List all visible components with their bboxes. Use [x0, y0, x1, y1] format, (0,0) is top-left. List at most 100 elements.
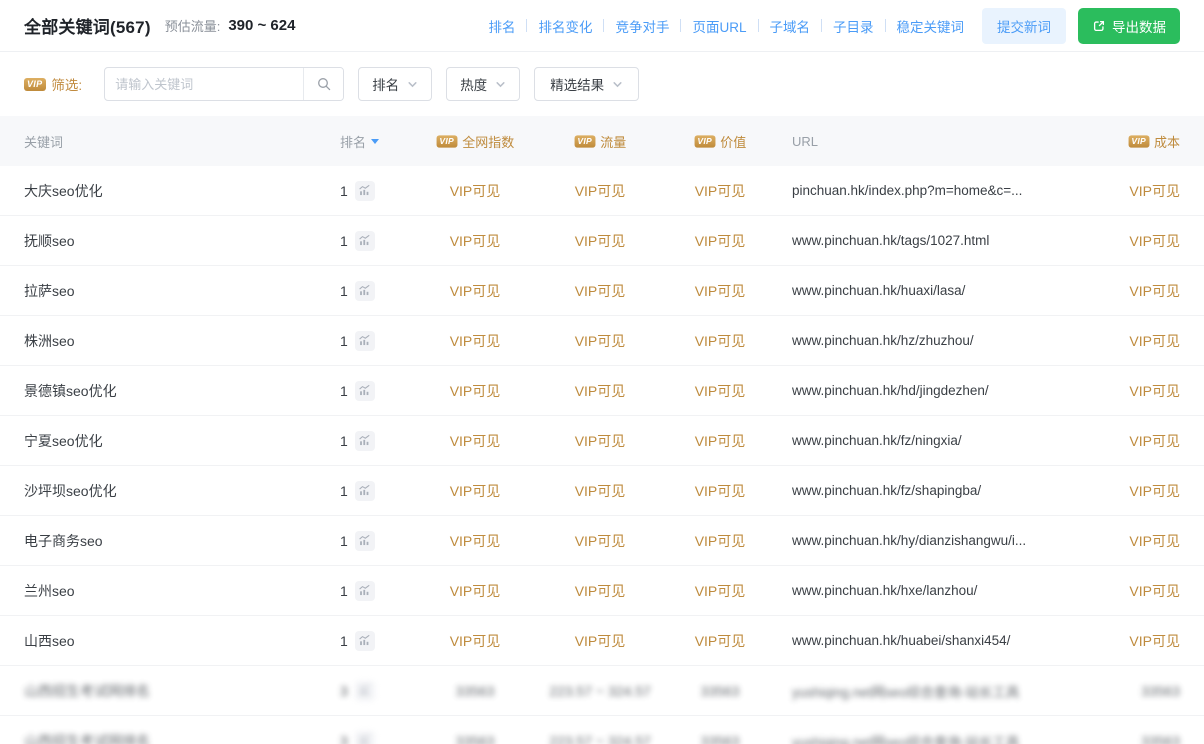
table-row[interactable]: 抚顺seo 1 VIP可见 VIP可见 VIP可见 www.pinchuan.h… — [0, 216, 1204, 266]
url-cell: pinchuan.hk/index.php?m=home&c=... — [780, 183, 1085, 198]
value-cell: VIP可见 — [660, 331, 780, 351]
keyword-analysis-page: 全部关键词(567) 预估流量: 390 ~ 624 排名 排名变化 竞争对手 … — [0, 0, 1204, 744]
value-cell: VIP可见 — [660, 631, 780, 651]
table-row[interactable]: 株洲seo 1 VIP可见 VIP可见 VIP可见 www.pinchuan.h… — [0, 316, 1204, 366]
keyword-cell: 沙坪坝seo优化 — [24, 481, 340, 501]
index-cell: 33563 — [410, 733, 540, 744]
traffic-cell: VIP可见 — [540, 181, 660, 201]
rank-value: 1 — [340, 233, 348, 249]
view-tabs: 排名 排名变化 竞争对手 页面URL 子域名 子目录 稳定关键词 — [488, 16, 964, 36]
search-button[interactable] — [303, 68, 343, 100]
tab-competitors[interactable]: 竞争对手 — [615, 16, 669, 36]
table-row[interactable]: 大庆seo优化 1 VIP可见 VIP可见 VIP可见 pinchuan.hk/… — [0, 166, 1204, 216]
col-header-cost: VIP 成本 — [1085, 132, 1180, 151]
rank-trend-chart-icon[interactable] — [355, 331, 375, 351]
rank-cell: 3 — [340, 731, 410, 744]
rank-value: 1 — [340, 383, 348, 399]
tab-separator — [603, 19, 604, 32]
rank-trend-chart-icon[interactable] — [355, 181, 375, 201]
estimated-traffic-label: 预估流量: — [165, 16, 221, 35]
popularity-filter-dropdown[interactable]: 热度 — [446, 67, 520, 101]
chevron-down-icon — [612, 79, 623, 90]
rank-cell: 1 — [340, 231, 410, 251]
url-cell: www.pinchuan.hk/fz/shapingba/ — [780, 483, 1085, 498]
rank-cell: 1 — [340, 581, 410, 601]
table-row[interactable]: 宁夏seo优化 1 VIP可见 VIP可见 VIP可见 www.pinchuan… — [0, 416, 1204, 466]
tab-subdirectories[interactable]: 子目录 — [833, 16, 874, 36]
tab-rank[interactable]: 排名 — [488, 16, 515, 36]
table-row[interactable]: 山西招生考试网排名 3 33563 223.57 ~ 324.57 33563 … — [0, 666, 1204, 716]
rank-value: 3 — [340, 733, 348, 744]
table-row[interactable]: 拉萨seo 1 VIP可见 VIP可见 VIP可见 www.pinchuan.h… — [0, 266, 1204, 316]
tab-page-url[interactable]: 页面URL — [692, 16, 746, 36]
popularity-filter-label: 热度 — [460, 74, 487, 94]
index-cell: VIP可见 — [410, 531, 540, 551]
rank-trend-chart-icon[interactable] — [355, 731, 375, 744]
cost-cell: VIP可见 — [1085, 481, 1180, 501]
value-cell: VIP可见 — [660, 431, 780, 451]
traffic-cell: VIP可见 — [540, 481, 660, 501]
export-data-button[interactable]: 导出数据 — [1078, 8, 1180, 44]
table-row[interactable]: 景德镇seo优化 1 VIP可见 VIP可见 VIP可见 www.pinchua… — [0, 366, 1204, 416]
table-row[interactable]: 兰州seo 1 VIP可见 VIP可见 VIP可见 www.pinchuan.h… — [0, 566, 1204, 616]
rank-trend-chart-icon[interactable] — [355, 281, 375, 301]
index-cell: VIP可见 — [410, 631, 540, 651]
table-row[interactable]: 山西招生考试网排名 3 33563 223.57 ~ 324.57 33563 … — [0, 716, 1204, 744]
rank-trend-chart-icon[interactable] — [355, 381, 375, 401]
cost-cell: VIP可见 — [1085, 331, 1180, 351]
page-title: 全部关键词(567) — [24, 13, 151, 38]
rank-value: 1 — [340, 283, 348, 299]
value-cell: VIP可见 — [660, 381, 780, 401]
value-cell: 33563 — [660, 683, 780, 699]
value-cell: VIP可见 — [660, 281, 780, 301]
index-cell: VIP可见 — [410, 281, 540, 301]
rank-trend-chart-icon[interactable] — [355, 581, 375, 601]
rank-trend-chart-icon[interactable] — [355, 531, 375, 551]
keyword-cell: 山西seo — [24, 631, 340, 651]
url-cell: yushiqing.net网seo综合查询-站长工具 — [780, 681, 1085, 701]
rank-trend-chart-icon[interactable] — [355, 231, 375, 251]
top-actions: 排名 排名变化 竞争对手 页面URL 子域名 子目录 稳定关键词 提交新词 — [488, 8, 1180, 44]
url-cell: yushiqing.net网seo综合查询-站长工具 — [780, 731, 1085, 744]
rank-trend-chart-icon[interactable] — [355, 481, 375, 501]
vip-badge: VIP — [1128, 135, 1149, 147]
rank-filter-dropdown[interactable]: 排名 — [358, 67, 432, 101]
vip-badge: VIP — [574, 135, 595, 147]
vip-badge: VIP — [24, 78, 46, 91]
submit-new-words-button[interactable]: 提交新词 — [982, 8, 1066, 44]
traffic-cell: 223.57 ~ 324.57 — [540, 733, 660, 744]
url-cell: www.pinchuan.hk/hxe/lanzhou/ — [780, 583, 1085, 598]
tab-stable-keywords[interactable]: 稳定关键词 — [897, 16, 965, 36]
rank-value: 1 — [340, 183, 348, 199]
tab-separator — [526, 19, 527, 32]
index-cell: VIP可见 — [410, 431, 540, 451]
vip-badge: VIP — [694, 135, 715, 147]
rank-cell: 1 — [340, 631, 410, 651]
table-row[interactable]: 山西seo 1 VIP可见 VIP可见 VIP可见 www.pinchuan.h… — [0, 616, 1204, 666]
keyword-search-input[interactable] — [105, 77, 303, 92]
rank-cell: 1 — [340, 531, 410, 551]
rank-value: 1 — [340, 483, 348, 499]
cost-cell: VIP可见 — [1085, 531, 1180, 551]
estimated-traffic-value: 390 ~ 624 — [228, 17, 295, 34]
url-cell: www.pinchuan.hk/huabei/shanxi454/ — [780, 633, 1085, 648]
table-body: 大庆seo优化 1 VIP可见 VIP可见 VIP可见 pinchuan.hk/… — [0, 166, 1204, 744]
rank-trend-chart-icon[interactable] — [355, 681, 375, 701]
rank-cell: 3 — [340, 681, 410, 701]
traffic-cell: VIP可见 — [540, 381, 660, 401]
table-row[interactable]: 电子商务seo 1 VIP可见 VIP可见 VIP可见 www.pinchuan… — [0, 516, 1204, 566]
rank-trend-chart-icon[interactable] — [355, 631, 375, 651]
index-cell: VIP可见 — [410, 381, 540, 401]
keyword-cell: 拉萨seo — [24, 281, 340, 301]
featured-results-dropdown[interactable]: 精选结果 — [534, 67, 639, 101]
tab-subdomains[interactable]: 子域名 — [770, 16, 811, 36]
tab-rank-change[interactable]: 排名变化 — [538, 16, 592, 36]
cost-cell: VIP可见 — [1085, 431, 1180, 451]
cost-cell: VIP可见 — [1085, 381, 1180, 401]
col-header-index: VIP 全网指数 — [410, 132, 540, 151]
table-row[interactable]: 沙坪坝seo优化 1 VIP可见 VIP可见 VIP可见 www.pinchua… — [0, 466, 1204, 516]
keyword-cell: 山西招生考试网排名 — [24, 681, 340, 701]
col-header-rank[interactable]: 排名 — [340, 132, 410, 151]
rank-value: 1 — [340, 533, 348, 549]
rank-trend-chart-icon[interactable] — [355, 431, 375, 451]
